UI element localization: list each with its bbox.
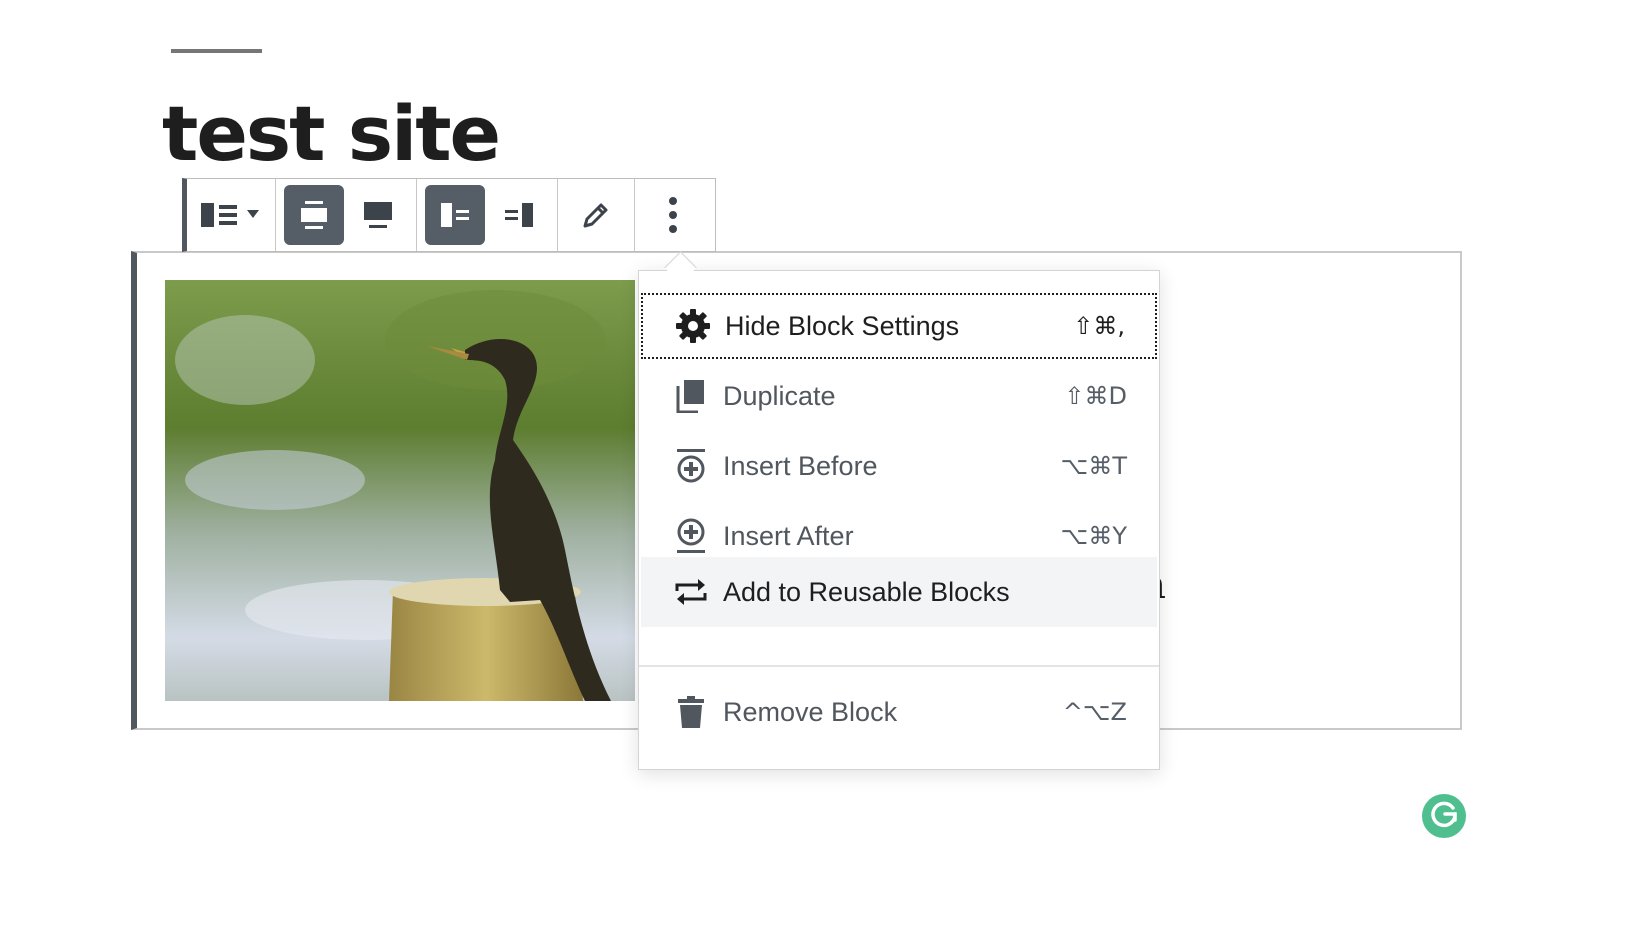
media-left-icon [439,199,471,231]
menu-item-shortcut: ^⌥Z [1062,698,1127,726]
menu-item-duplicate[interactable]: Duplicate ⇧⌘D [641,363,1157,429]
duplicate-icon [673,378,709,414]
align-center-button[interactable] [284,185,344,245]
trash-icon [673,694,709,730]
block-type-icon [199,200,263,230]
grammarly-g-icon [1429,799,1459,834]
menu-item-shortcut: ⌥⌘T [1060,452,1127,480]
cormorant-photo [165,280,635,701]
align-wide-icon [362,199,394,231]
more-options-group [635,179,711,251]
more-options-button[interactable] [643,185,703,245]
menu-item-shortcut: ⌥⌘Y [1060,522,1127,550]
block-settings-menu: Hide Block Settings ⇧⌘, Duplicate ⇧⌘D In… [638,270,1160,770]
menu-item-add-to-reusable-blocks[interactable]: Add to Reusable Blocks [641,557,1157,627]
block-switcher-group [187,179,276,251]
menu-item-shortcut: ⇧⌘D [1064,382,1127,410]
menu-item-shortcut: ⇧⌘, [1073,312,1125,340]
edit-media-button[interactable] [566,185,626,245]
reusable-icon [673,574,709,610]
align-wide-button[interactable] [348,185,408,245]
menu-item-insert-before[interactable]: Insert Before ⌥⌘T [641,433,1157,499]
menu-item-label: Insert Before [723,450,878,481]
insert-after-icon [673,518,709,554]
menu-item-hide-block-settings[interactable]: Hide Block Settings ⇧⌘, [641,293,1157,359]
top-divider [171,49,262,53]
edit-group [558,179,635,251]
align-center-icon [298,199,330,231]
menu-item-label: Duplicate [723,380,836,411]
block-toolbar [182,178,716,252]
menu-separator [639,665,1159,667]
block-type-button[interactable] [195,185,267,245]
gear-icon [675,308,711,344]
media-left-button[interactable] [425,185,485,245]
menu-item-label: Insert After [723,520,854,551]
more-vertical-icon [667,195,679,235]
media-right-button[interactable] [489,185,549,245]
alignment-group [276,179,417,251]
grammarly-button[interactable] [1422,794,1466,838]
menu-item-label: Remove Block [723,696,898,727]
menu-item-remove-block[interactable]: Remove Block ^⌥Z [641,679,1157,745]
menu-item-label: Add to Reusable Blocks [723,576,1010,607]
site-title: test site [162,89,501,178]
media-right-icon [503,199,535,231]
media-position-group [417,179,558,251]
pencil-icon [581,200,611,230]
menu-item-label: Hide Block Settings [725,310,960,341]
insert-before-icon [673,448,709,484]
